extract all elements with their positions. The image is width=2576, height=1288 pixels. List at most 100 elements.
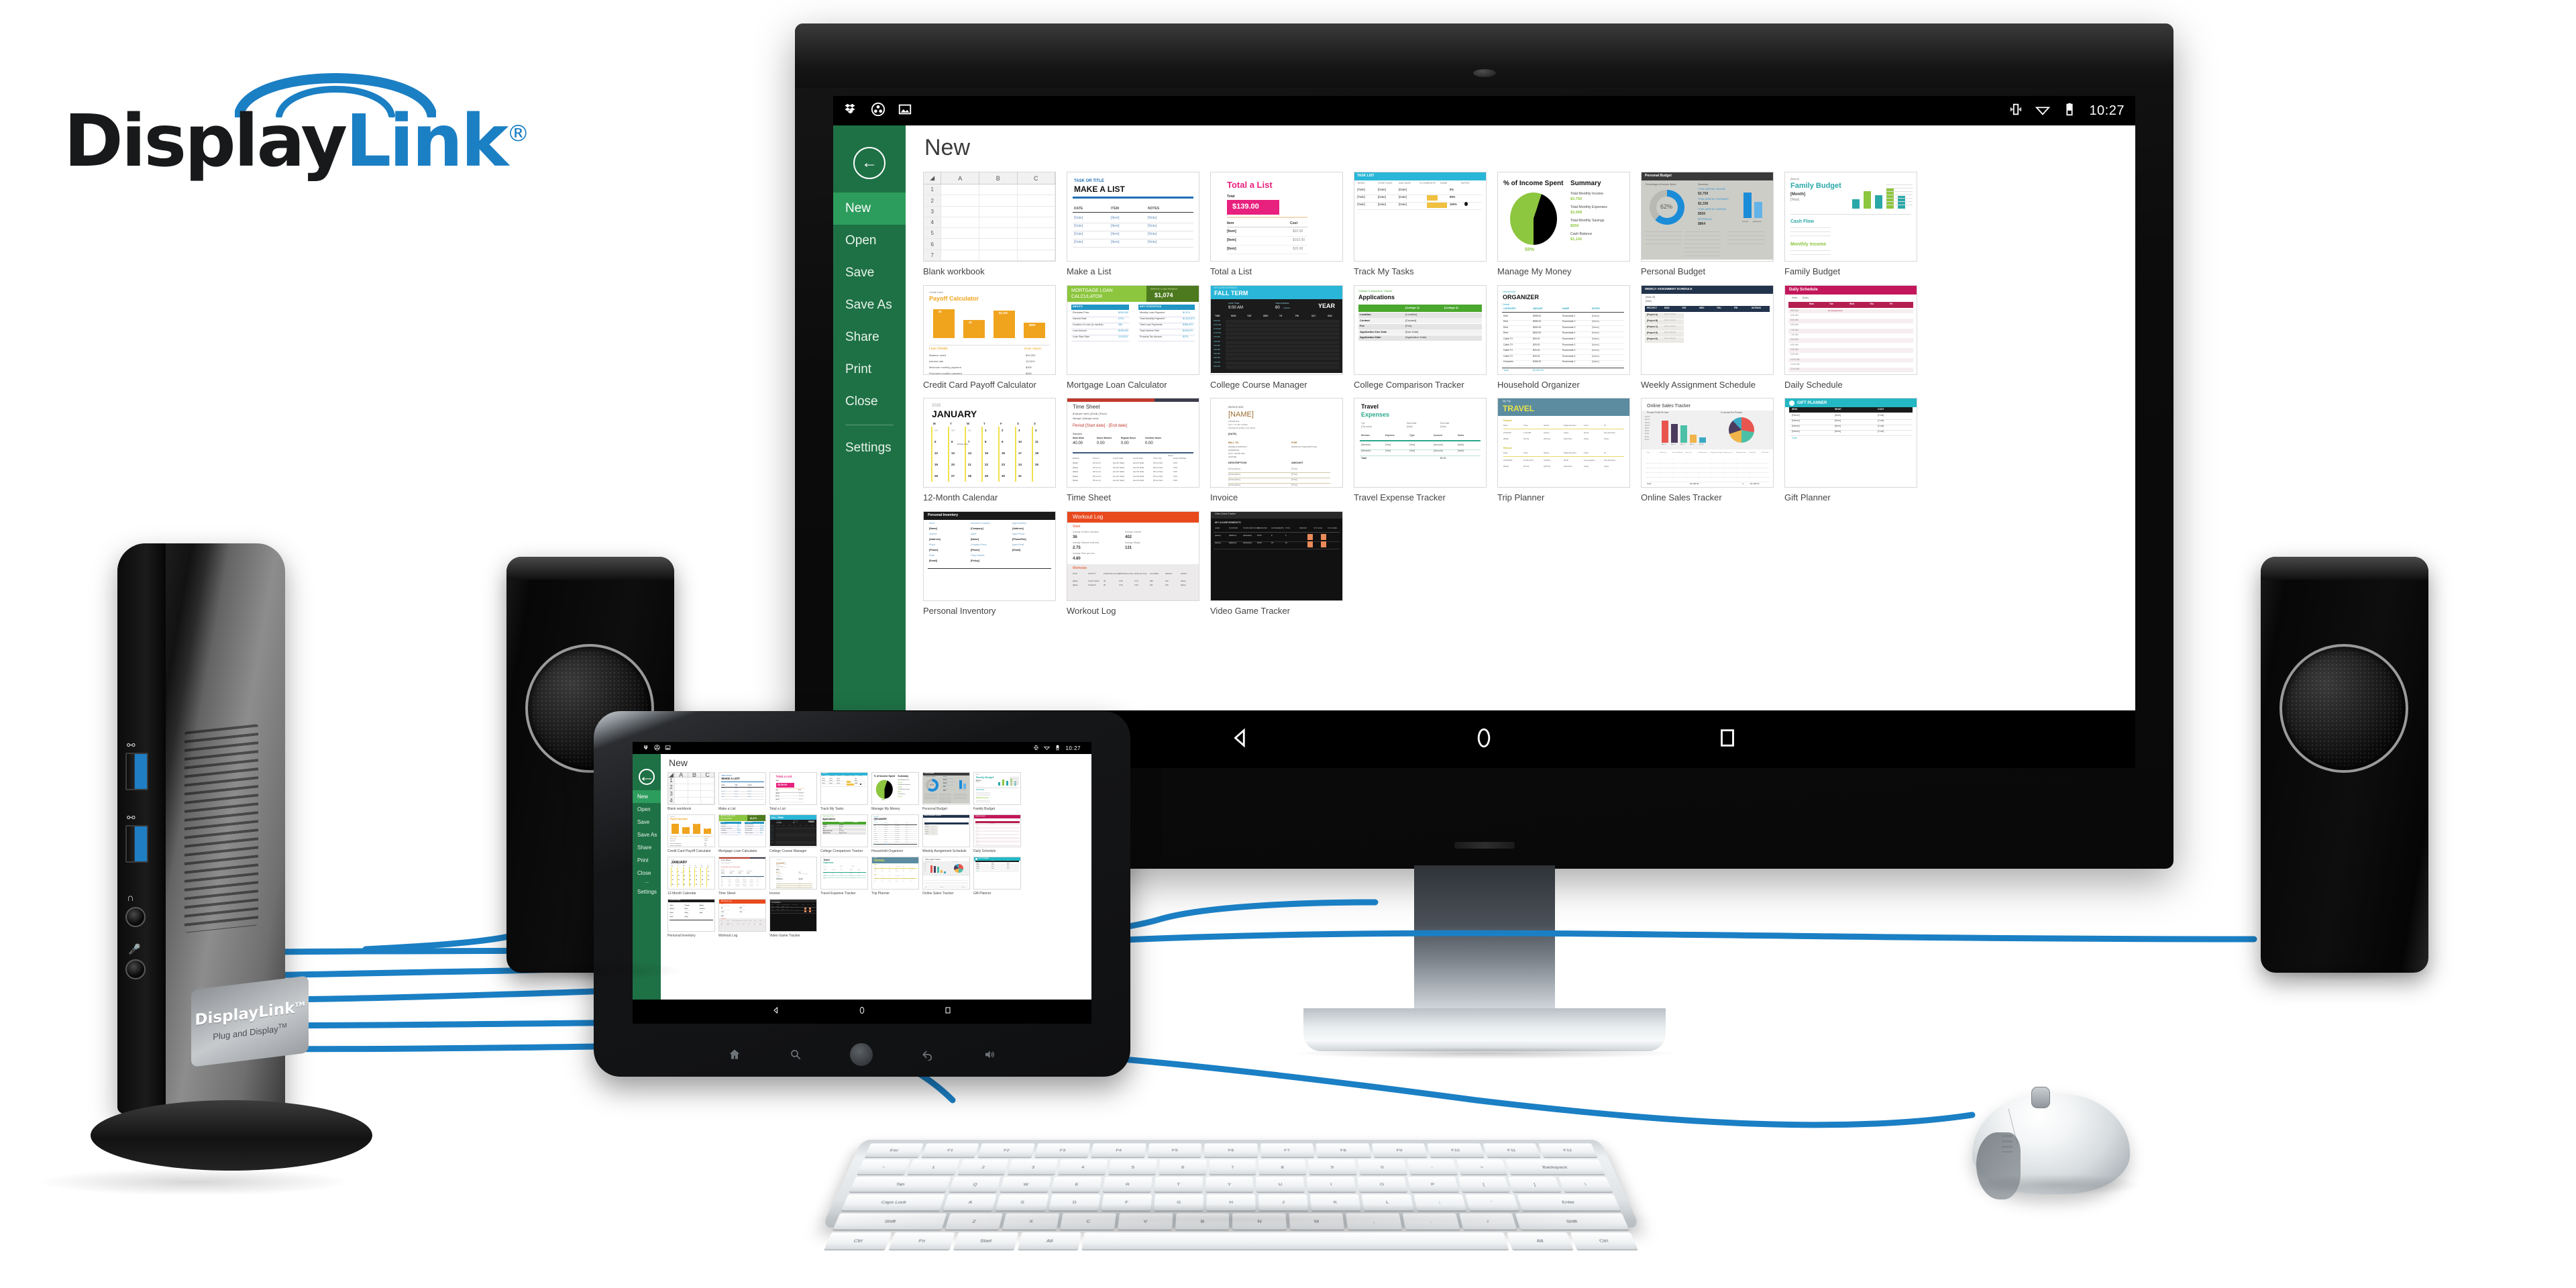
key-f6[interactable]: F6 — [1204, 1143, 1258, 1158]
key-f11[interactable]: F11 — [1483, 1143, 1541, 1158]
template-card[interactable]: MY CLASS SCHEDULE FALL TERM START TIME 9:00… — [769, 814, 817, 853]
key-i[interactable]: I — [1306, 1177, 1356, 1192]
template-thumbnail[interactable]: % of Income Spent Summary 55% Total Monthly… — [1497, 172, 1630, 262]
key-f1[interactable]: F1 — [921, 1143, 979, 1158]
template-card[interactable]: MY CLASS SCHEDULE FALL TERM START TIME 9:00… — [1210, 284, 1343, 390]
template-thumbnail[interactable]: WEEKLY ASSIGNMENT SCHEDULE [Week Of] [Date… — [1641, 284, 1774, 375]
template-card[interactable]: Credit Card Payoff Calculator 40 22 $1,704 $9… — [923, 284, 1056, 390]
key-alt[interactable]: Alt — [1017, 1232, 1081, 1250]
template-card[interactable]: WEEKLY ASSIGNMENT SCHEDULE [Week Of] [Date… — [922, 814, 970, 853]
key-[[interactable]: [ — [1458, 1177, 1510, 1192]
template-card[interactable]: Total a List Total $139.00 Item Cost [Item] $2… — [769, 772, 817, 811]
template-card[interactable]: Daily Schedule Week: [Date] Mon Tue Wed Thu Fri… — [1784, 284, 1917, 390]
sidebar-item-open[interactable]: Open — [633, 803, 661, 816]
key-y[interactable]: Y — [1205, 1177, 1254, 1192]
template-thumbnail[interactable]: 2015 JANUARY M T W T F S S 29 30 31 1 2 3 4 5 6 7 8 9 10 11 12 1… — [667, 857, 715, 890]
sidebar-item-new[interactable]: New — [833, 193, 906, 225]
template-card[interactable]: Household ORGANIZER Detail CATEGORY AMOUNT NA… — [871, 814, 919, 853]
key-1[interactable]: 1 — [907, 1159, 959, 1175]
back-icon[interactable] — [772, 1006, 780, 1018]
volume-icon[interactable] — [983, 1049, 996, 1061]
template-card[interactable]: Travel Expenses Trip [Trip name] Start Date[… — [1354, 398, 1487, 503]
template-card[interactable]: My Trip TRAVEL Depart Date Time Airline Flight… — [1497, 398, 1630, 503]
template-card[interactable]: 2015 JANUARY M T W T F S S 29 30 31 1 2 3 4 5 6 7 8 9 10 11 12 1… — [923, 398, 1056, 503]
template-thumbnail[interactable]: Personal Budget Percentage of Income Spen… — [922, 772, 970, 805]
key-4[interactable]: 4 — [1058, 1159, 1108, 1175]
template-thumbnail[interactable]: Credit Card Payoff Calculator 40 22 $1,704 $9… — [667, 814, 715, 847]
template-card[interactable]: MORTGAGE LOAN CALCULATOR MONTHLY LOAN PAYM… — [1067, 284, 1199, 390]
key-7[interactable]: 7 — [1209, 1159, 1256, 1175]
template-thumbnail[interactable]: Household ORGANIZER Detail CATEGORY AMOUNT NA… — [871, 814, 919, 847]
key-u[interactable]: U — [1256, 1177, 1305, 1192]
template-card[interactable]: Time Sheet [Employee name] | [Email] | [P… — [718, 857, 766, 896]
template-thumbnail[interactable]: ◢ABC1234567 — [667, 772, 715, 805]
template-thumbnail[interactable]: Total a List Total $139.00 Item Cost [Item] $2… — [769, 772, 817, 805]
key-ctrl[interactable]: Ctrl — [824, 1232, 892, 1250]
template-thumbnail[interactable]: Workout Log Stats Average Duration (minute… — [718, 899, 766, 932]
template-thumbnail[interactable]: Time Sheet [Employee name] | [Email] | [P… — [718, 857, 766, 890]
template-card[interactable]: Time Sheet [Employee name] | [Email] | [P… — [1067, 398, 1199, 503]
key-fn[interactable]: Fn — [888, 1232, 955, 1250]
key-f4[interactable]: F4 — [1091, 1143, 1146, 1158]
key-0[interactable]: 0 — [1357, 1159, 1407, 1175]
template-card[interactable]: Workout Log Stats Average Duration (minute… — [1067, 511, 1199, 616]
sidebar-item-save-as[interactable]: Save As — [633, 828, 661, 841]
template-thumbnail[interactable]: Workout Log Stats Average Duration (minute… — [1067, 511, 1199, 601]
template-card[interactable]: College Comparison Tracker Applications [C… — [820, 814, 868, 853]
usb-3-port-lower[interactable] — [125, 825, 148, 863]
sidebar-item-close[interactable]: Close — [633, 867, 661, 879]
key-start[interactable]: Start — [953, 1232, 1018, 1250]
home-icon[interactable] — [858, 1006, 866, 1018]
template-thumbnail[interactable]: Credit Card Payoff Calculator 40 22 $1,704 $9… — [923, 284, 1056, 375]
template-thumbnail[interactable]: Household ORGANIZER Detail CATEGORY AMOUNT NA… — [1497, 284, 1630, 375]
template-thumbnail[interactable]: MY CLASS SCHEDULE FALL TERM START TIME 9:00… — [1210, 284, 1343, 375]
sidebar-item-save[interactable]: Save — [833, 257, 906, 289]
template-thumbnail[interactable]: WEEKLY ASSIGNMENT SCHEDULE [Week Of] [Date… — [922, 814, 970, 847]
template-thumbnail[interactable]: Travel Expenses Trip [Trip name] Start Date[… — [820, 857, 868, 890]
template-card[interactable]: Travel Expenses Trip [Trip name] Start Date[… — [820, 857, 868, 896]
usb-3-port-upper[interactable] — [125, 753, 148, 790]
key-tab[interactable]: Tab — [849, 1177, 951, 1192]
sidebar-item-share[interactable]: Share — [833, 321, 906, 354]
template-thumbnail[interactable]: 2015 JANUARY M T W T F S S 29 30 31 1 2 3 4 5 6 7 8 9 10 11 12 1… — [923, 398, 1056, 488]
template-card[interactable]: College Comparison Tracker Applications [C… — [1354, 284, 1487, 390]
sidebar-item-open[interactable]: Open — [833, 225, 906, 257]
sidebar-item-save-as[interactable]: Save As — [833, 289, 906, 321]
back-button[interactable]: ← — [853, 147, 885, 179]
key-p[interactable]: P — [1407, 1177, 1459, 1192]
key-2[interactable]: 2 — [957, 1159, 1009, 1175]
template-card[interactable]: [Name] Family Budget [Month] [Year] Cash Flo… — [1784, 172, 1917, 277]
template-card[interactable]: Online Sales Tracker Product Profit Per I… — [1641, 398, 1774, 503]
sidebar-item-close[interactable]: Close — [833, 386, 906, 418]
key-9[interactable]: 9 — [1308, 1159, 1357, 1175]
template-card[interactable]: 2015 JANUARY M T W T F S S 29 30 31 1 2 3 4 5 6 7 8 9 10 11 12 1… — [667, 857, 715, 896]
template-thumbnail[interactable]: GIFT PLANNER WHO WHAT COST [Name] [Item] [Cost… — [1784, 398, 1917, 488]
back-icon[interactable] — [1230, 727, 1252, 753]
template-card[interactable]: Online Sales Tracker Product Profit Per I… — [922, 857, 970, 896]
template-card[interactable]: Credit Card Payoff Calculator 40 22 $1,704 $9… — [667, 814, 715, 853]
template-thumbnail[interactable]: TASK OR TITLE MAKE A LIST DATE ITEM NOTES [Da… — [718, 772, 766, 805]
key-ctrl[interactable]: Ctrl — [1570, 1232, 1638, 1250]
microphone-jack[interactable] — [125, 959, 146, 979]
template-thumbnail[interactable]: MORTGAGE LOAN CALCULATOR MONTHLY LOAN PAYM… — [718, 814, 766, 847]
template-thumbnail[interactable]: College Comparison Tracker Applications [C… — [820, 814, 868, 847]
key-alt[interactable]: Alt — [1507, 1232, 1574, 1250]
key-caps-lock[interactable]: Caps Lock — [841, 1194, 945, 1211]
template-thumbnail[interactable]: INVOICE #100 [NAME] [ADDRESS] [CITY, ST ZIP… — [769, 857, 817, 890]
key-w[interactable]: W — [1000, 1177, 1052, 1192]
key-\[interactable]: \ — [1558, 1177, 1613, 1192]
template-thumbnail[interactable]: My Trip TRAVEL Depart Date Time Airline Flight… — [871, 857, 919, 890]
template-thumbnail[interactable]: Time Sheet [Employee name] | [Email] | [P… — [1067, 398, 1199, 488]
template-card[interactable]: Household ORGANIZER Detail CATEGORY AMOUNT NA… — [1497, 284, 1630, 390]
key-f8[interactable]: F8 — [1316, 1143, 1371, 1158]
template-card[interactable]: MORTGAGE LOAN CALCULATOR MONTHLY LOAN PAYM… — [718, 814, 766, 853]
template-thumbnail[interactable]: % of Income Spent Summary 55% Total Monthly… — [871, 772, 919, 805]
key--[interactable]: - — [1407, 1159, 1458, 1175]
template-thumbnail[interactable]: [Name] Family Budget [Month] [Year] Cash Flo… — [973, 772, 1021, 805]
template-card[interactable]: % of Income Spent Summary 55% Total Monthly… — [871, 772, 919, 811]
sidebar-item-save[interactable]: Save — [633, 816, 661, 828]
template-thumbnail[interactable]: Video Game TrackerMY ACHIEVEMENTSGAMEPLA… — [1210, 511, 1343, 601]
back-icon[interactable] — [921, 1049, 934, 1061]
template-thumbnail[interactable]: My Trip TRAVEL Depart Date Time Airline Flight… — [1497, 398, 1630, 488]
template-thumbnail[interactable]: Travel Expenses Trip [Trip name] Start Date[… — [1354, 398, 1487, 488]
